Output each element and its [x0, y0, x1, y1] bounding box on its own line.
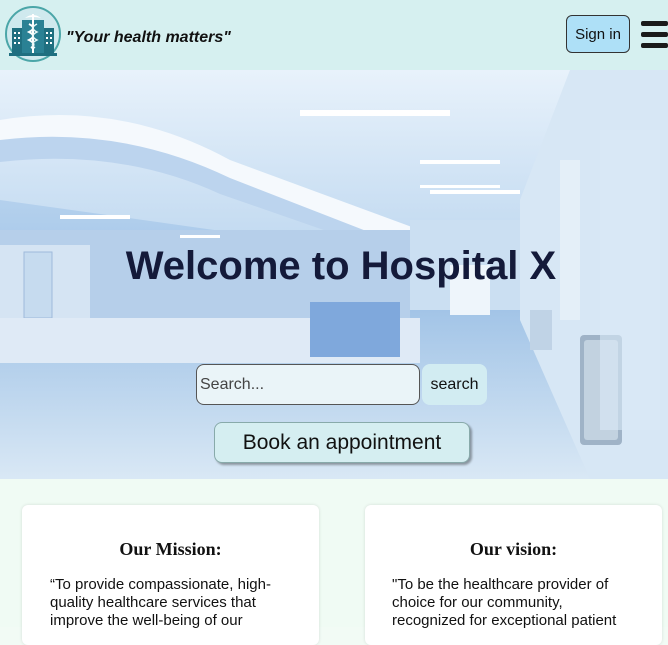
book-appointment-button[interactable]: Book an appointment	[214, 422, 470, 463]
mission-line: improve the well-being of our	[50, 612, 243, 629]
vision-text: "To be the healthcare provider of choice…	[392, 576, 616, 630]
search-input[interactable]	[196, 364, 420, 405]
mission-line: “To provide compassionate, high-	[50, 576, 271, 593]
tagline-text: "Your health matters"	[66, 29, 231, 46]
hero-section: Welcome to Hospital X search Book an app…	[0, 70, 668, 479]
vision-line: "To be the healthcare provider of	[392, 576, 609, 593]
mission-text: “To provide compassionate, high- quality…	[50, 576, 271, 630]
hospital-logo-icon[interactable]	[5, 6, 61, 62]
vision-card: Our vision: "To be the healthcare provid…	[365, 505, 662, 645]
search-button[interactable]: search	[422, 364, 487, 405]
page-title: Welcome to Hospital X	[125, 244, 557, 288]
mission-line: quality healthcare services that	[50, 594, 256, 611]
info-cards-section: Our Mission: “To provide compassionate, …	[0, 479, 668, 645]
site-header: "Your health matters" Sign in	[0, 0, 668, 70]
vision-line: recognized for exceptional patient	[392, 612, 617, 629]
hamburger-menu-icon[interactable]	[641, 21, 668, 49]
mission-title: Our Mission:	[119, 539, 222, 559]
vision-title: Our vision:	[469, 539, 558, 559]
sign-in-button[interactable]: Sign in	[566, 15, 630, 53]
vision-line: choice for our community,	[392, 594, 563, 611]
mission-card: Our Mission: “To provide compassionate, …	[22, 505, 319, 645]
